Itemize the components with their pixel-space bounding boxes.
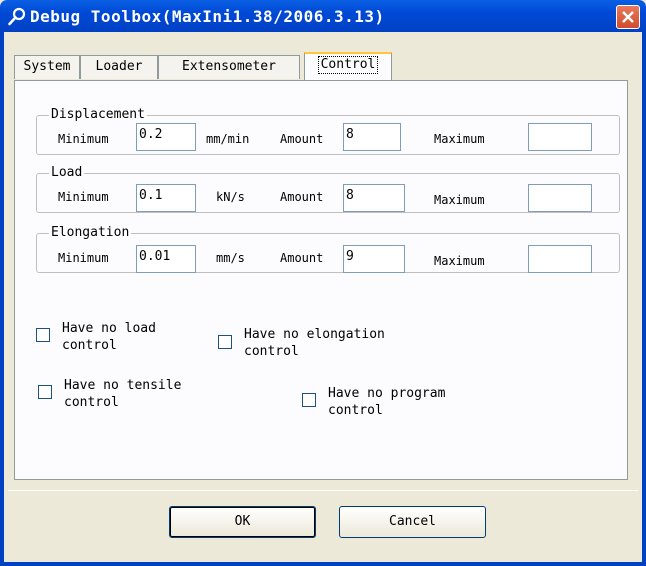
displacement-legend: Displacement bbox=[49, 107, 147, 122]
close-button[interactable] bbox=[616, 5, 640, 29]
no-load-control-line1: Have no load bbox=[62, 321, 156, 336]
elongation-maximum-label: Maximum bbox=[434, 254, 485, 268]
close-icon bbox=[622, 11, 634, 23]
no-tensile-control-line2: control bbox=[64, 395, 119, 410]
no-elongation-control-label[interactable]: Have no elongation control bbox=[244, 326, 385, 360]
load-minimum-input[interactable]: 0.1 bbox=[136, 184, 196, 212]
no-program-control-checkbox[interactable] bbox=[302, 393, 316, 407]
elongation-legend: Elongation bbox=[49, 225, 132, 240]
displacement-amount-input[interactable]: 8 bbox=[343, 123, 401, 151]
load-minimum-label: Minimum bbox=[58, 190, 109, 204]
tab-control[interactable]: Control bbox=[304, 52, 392, 80]
wrench-icon bbox=[8, 7, 26, 26]
load-maximum-label: Maximum bbox=[434, 193, 485, 207]
no-elongation-control-line2: control bbox=[244, 344, 299, 359]
displacement-maximum-label: Maximum bbox=[434, 132, 485, 146]
elongation-maximum-input[interactable] bbox=[528, 245, 592, 273]
no-program-control-line1: Have no program bbox=[328, 386, 446, 401]
no-load-control-line2: control bbox=[62, 338, 117, 353]
title-bar[interactable]: Debug Toolbox(MaxIni1.38/2006.3.13) bbox=[0, 0, 646, 32]
load-amount-label: Amount bbox=[280, 190, 324, 204]
load-legend: Load bbox=[49, 165, 85, 180]
separator-line bbox=[8, 490, 638, 491]
no-elongation-control-line1: Have no elongation bbox=[244, 327, 385, 342]
tab-loader[interactable]: Loader bbox=[80, 55, 158, 79]
no-program-control-line2: control bbox=[328, 403, 383, 418]
ok-button[interactable]: OK bbox=[169, 506, 316, 538]
displacement-amount-label: Amount bbox=[280, 132, 324, 146]
cancel-button[interactable]: Cancel bbox=[339, 506, 486, 538]
elongation-minimum-input[interactable]: 0.01 bbox=[136, 245, 196, 273]
window-title: Debug Toolbox(MaxIni1.38/2006.3.13) bbox=[30, 7, 385, 26]
no-program-control-label[interactable]: Have no program control bbox=[328, 385, 445, 419]
elongation-unit-label: mm/s bbox=[216, 251, 245, 265]
tab-control-label: Control bbox=[317, 56, 379, 74]
elongation-amount-input[interactable]: 9 bbox=[343, 245, 405, 273]
no-load-control-label[interactable]: Have no load control bbox=[62, 320, 156, 354]
load-maximum-input[interactable] bbox=[528, 184, 592, 212]
displacement-maximum-input[interactable] bbox=[528, 123, 592, 151]
tab-extensometer[interactable]: Extensometer bbox=[158, 55, 300, 79]
displacement-unit-label: mm/min bbox=[206, 132, 250, 146]
elongation-amount-label: Amount bbox=[280, 251, 324, 265]
no-tensile-control-label[interactable]: Have no tensile control bbox=[64, 377, 181, 411]
displacement-minimum-label: Minimum bbox=[58, 132, 109, 146]
no-load-control-checkbox[interactable] bbox=[36, 328, 50, 342]
no-tensile-control-checkbox[interactable] bbox=[38, 385, 52, 399]
load-amount-input[interactable]: 8 bbox=[343, 184, 405, 212]
no-elongation-control-checkbox[interactable] bbox=[218, 335, 232, 349]
no-tensile-control-line1: Have no tensile bbox=[64, 378, 182, 393]
load-unit-label: kN/s bbox=[216, 190, 245, 204]
displacement-minimum-input[interactable]: 0.2 bbox=[136, 123, 196, 151]
elongation-minimum-label: Minimum bbox=[58, 251, 109, 265]
tab-system[interactable]: System bbox=[14, 55, 80, 79]
